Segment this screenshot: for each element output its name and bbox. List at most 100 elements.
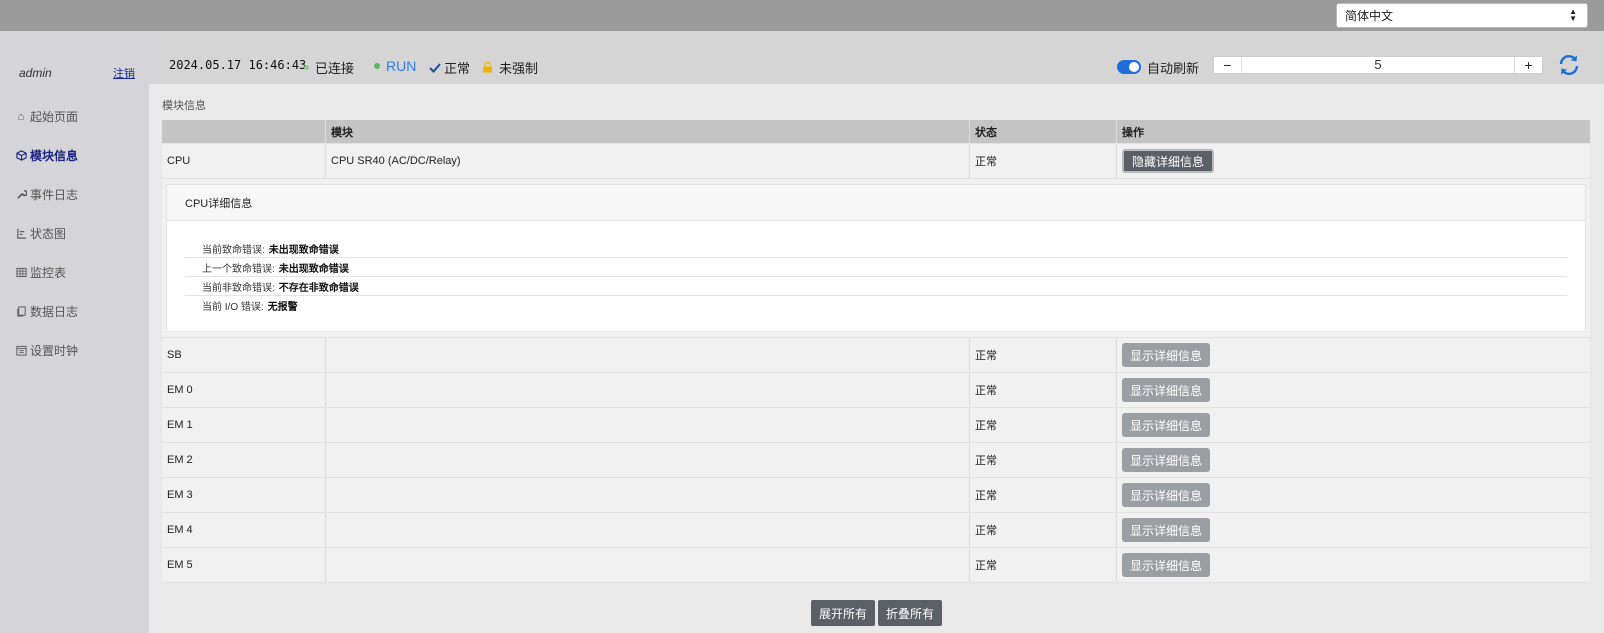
table-row: EM 1 正常 显示详细信息	[162, 408, 1590, 443]
expand-all-button[interactable]: 展开所有	[811, 600, 876, 626]
top-bar: 简体中文 ▲ ▼	[0, 0, 1604, 31]
show-details-button[interactable]: 显示详细信息	[1122, 518, 1211, 542]
show-details-button[interactable]: 显示详细信息	[1122, 483, 1211, 507]
sidebar-item-label: 起始页面	[30, 110, 79, 124]
plc-datetime: 2024.05.17 16:46:43	[169, 58, 307, 72]
refresh-interval-value[interactable]: 5	[1242, 57, 1514, 73]
wrench-icon	[15, 189, 27, 201]
sidebar-item-label: 监控表	[30, 266, 67, 280]
status-bar: 2024.05.17 16:46:43 已连接 RUN 正常 未强制 自动刷新 …	[149, 31, 1604, 84]
sidebar-item-label: 事件日志	[30, 188, 79, 202]
sidebar-item-label: 模块信息	[30, 149, 79, 163]
module-name: CPU	[162, 144, 326, 178]
cpu-detail-panel: CPU详细信息 当前致命错误: 未出现致命错误 上一个致命错误: 未出现致命错误 当…	[166, 184, 1586, 332]
run-dot-icon	[374, 63, 380, 69]
cube-icon	[15, 150, 27, 162]
module-type	[326, 548, 970, 582]
show-details-button[interactable]: 显示详细信息	[1122, 553, 1211, 577]
increment-button[interactable]: +	[1514, 57, 1542, 73]
table-row: SB 正常 显示详细信息	[162, 338, 1590, 373]
column-header	[162, 120, 326, 143]
force-status: 未强制	[482, 58, 538, 77]
module-type	[326, 443, 970, 477]
sidebar-item-event-log[interactable]: 事件日志	[0, 175, 149, 214]
decrement-button[interactable]: −	[1214, 57, 1242, 73]
sidebar: admin 注销 ⌂ 起始页面 模块信息 事件日志 状态图 监控表 数据日志 设…	[0, 31, 149, 633]
home-icon: ⌂	[17, 110, 25, 123]
user-name: admin	[19, 66, 52, 80]
table-icon	[15, 267, 27, 279]
collapse-all-button[interactable]: 折叠所有	[878, 600, 943, 626]
language-select-value: 简体中文	[1345, 9, 1394, 23]
tree-icon	[15, 228, 27, 240]
action-cell: 显示详细信息	[1117, 373, 1590, 407]
module-name: SB	[162, 338, 326, 372]
sidebar-item-label: 状态图	[30, 227, 67, 241]
action-cell: 显示详细信息	[1117, 513, 1590, 547]
calendar-icon	[15, 345, 27, 357]
logout-link[interactable]: 注销	[113, 65, 135, 81]
detail-value: 未出现致命错误	[268, 244, 339, 256]
module-type: CPU SR40 (AC/DC/Relay)	[326, 144, 970, 178]
module-type	[326, 478, 970, 512]
detail-value: 未出现致命错误	[278, 263, 349, 275]
sidebar-item-watch-table[interactable]: 监控表	[0, 253, 149, 292]
sidebar-nav: ⌂ 起始页面 模块信息 事件日志 状态图 监控表 数据日志 设置时钟	[0, 97, 149, 370]
module-status: 正常	[970, 144, 1117, 178]
cpu-detail-row: CPU详细信息 当前致命错误: 未出现致命错误 上一个致命错误: 未出现致命错误 当…	[162, 179, 1590, 338]
lock-icon	[483, 62, 492, 73]
show-details-button[interactable]: 显示详细信息	[1122, 343, 1211, 367]
select-arrows-icon: ▲ ▼	[1569, 7, 1577, 23]
column-header-module: 模块	[326, 120, 970, 143]
module-type	[326, 513, 970, 547]
module-name: EM 2	[162, 443, 326, 477]
sidebar-item-label: 设置时钟	[30, 344, 79, 358]
sidebar-item-module-info[interactable]: 模块信息	[0, 136, 149, 175]
sidebar-item-set-clock[interactable]: 设置时钟	[0, 331, 149, 370]
module-status: 正常	[970, 548, 1117, 582]
detail-line: 当前致命错误: 未出现致命错误	[185, 239, 1567, 258]
module-status: 正常	[970, 478, 1117, 512]
hide-details-button[interactable]: 隐藏详细信息	[1122, 149, 1215, 173]
module-name: EM 0	[162, 373, 326, 407]
run-status-label: RUN	[386, 58, 417, 74]
show-details-button[interactable]: 显示详细信息	[1122, 378, 1211, 402]
action-cell: 显示详细信息	[1117, 408, 1590, 442]
sidebar-item-status-chart[interactable]: 状态图	[0, 214, 149, 253]
health-status: 正常	[429, 58, 470, 77]
detail-label: 当前非致命错误:	[202, 282, 275, 294]
detail-label: 上一个致命错误:	[202, 263, 275, 275]
refresh-interval-stepper[interactable]: − 5 +	[1213, 56, 1543, 74]
run-status: RUN	[374, 58, 416, 74]
page-title: 模块信息	[162, 100, 206, 112]
detail-label: 当前致命错误:	[202, 244, 265, 256]
table-row: EM 4 正常 显示详细信息	[162, 513, 1590, 548]
column-header-action: 操作	[1122, 126, 1144, 139]
module-status: 正常	[970, 443, 1117, 477]
sidebar-item-start-page[interactable]: ⌂ 起始页面	[0, 97, 149, 136]
table-row: EM 5 正常 显示详细信息	[162, 548, 1590, 583]
module-table: 模块 状态 操作 CPU CPU SR40 (AC/DC/Relay) 正常 隐…	[162, 120, 1590, 583]
table-row: EM 3 正常 显示详细信息	[162, 478, 1590, 513]
sidebar-item-label: 数据日志	[30, 305, 79, 319]
action-cell: 显示详细信息	[1117, 338, 1590, 372]
detail-line: 当前 I/O 错误: 无报警	[185, 296, 1567, 315]
table-row: EM 0 正常 显示详细信息	[162, 373, 1590, 408]
show-details-button[interactable]: 显示详细信息	[1122, 448, 1211, 472]
auto-refresh-label: 自动刷新	[1147, 61, 1200, 76]
show-details-button[interactable]: 显示详细信息	[1122, 413, 1211, 437]
language-select[interactable]: 简体中文 ▲ ▼	[1336, 3, 1588, 28]
action-cell: 显示详细信息	[1117, 443, 1590, 477]
module-name: EM 4	[162, 513, 326, 547]
auto-refresh-toggle[interactable]	[1117, 60, 1141, 74]
refresh-icon[interactable]	[1557, 54, 1581, 76]
sidebar-item-data-log[interactable]: 数据日志	[0, 292, 149, 331]
cpu-detail-body: 当前致命错误: 未出现致命错误 上一个致命错误: 未出现致命错误 当前非致命错误: 不…	[167, 221, 1585, 331]
module-name: EM 5	[162, 548, 326, 582]
action-cell: 显示详细信息	[1117, 478, 1590, 512]
connection-status-label: 已连接	[315, 61, 355, 76]
module-name: EM 1	[162, 408, 326, 442]
table-header-row: 模块 状态 操作	[162, 120, 1590, 144]
action-cell: 隐藏详细信息	[1117, 144, 1590, 178]
check-icon	[429, 62, 441, 73]
